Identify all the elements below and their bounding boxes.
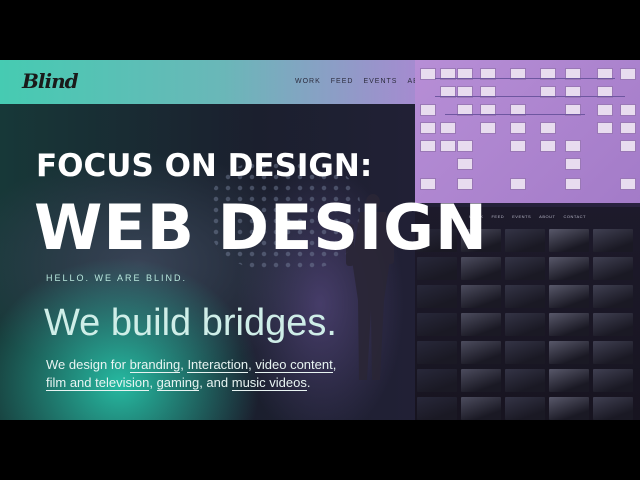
sitemap-card bbox=[420, 68, 436, 80]
grid-nav-contact[interactable]: CONTACT bbox=[563, 214, 586, 219]
sitemap-card bbox=[510, 122, 526, 134]
portfolio-thumbnail[interactable] bbox=[417, 313, 457, 336]
sitemap-card bbox=[620, 104, 636, 116]
desc-text: , bbox=[332, 357, 337, 372]
sitemap-card bbox=[480, 122, 496, 134]
letterbox-bottom bbox=[0, 420, 640, 480]
sitemap-card bbox=[565, 178, 581, 190]
portfolio-thumbnail[interactable] bbox=[505, 341, 545, 364]
sitemap-card bbox=[540, 122, 556, 134]
portfolio-thumbnail[interactable] bbox=[549, 229, 589, 252]
sitemap-card bbox=[620, 68, 636, 80]
portfolio-thumbnail[interactable] bbox=[549, 313, 589, 336]
portfolio-thumbnail[interactable] bbox=[593, 229, 633, 252]
thumbnail-screen: Blind WORK FEED EVENTS ABOUT HELLO. WE A… bbox=[0, 60, 640, 420]
portfolio-thumbnail[interactable] bbox=[461, 285, 501, 308]
hero-tagline: We build bridges. bbox=[44, 302, 337, 344]
portfolio-thumbnail[interactable] bbox=[593, 397, 633, 420]
sitemap-card bbox=[457, 158, 473, 170]
nav-work[interactable]: WORK bbox=[295, 78, 321, 85]
sitemap-card bbox=[440, 140, 456, 152]
portfolio-thumbnail[interactable] bbox=[505, 229, 545, 252]
portfolio-thumbnail[interactable] bbox=[417, 341, 457, 364]
sitemap-card bbox=[420, 104, 436, 116]
desc-text: . bbox=[306, 375, 311, 390]
sitemap-connector bbox=[435, 78, 615, 79]
grid-nav-events[interactable]: EVENTS bbox=[512, 214, 531, 219]
letterbox-top bbox=[0, 0, 640, 60]
sitemap-card bbox=[540, 140, 556, 152]
sitemap-card bbox=[440, 122, 456, 134]
sitemap-card bbox=[510, 178, 526, 190]
sitemap-card bbox=[620, 178, 636, 190]
sitemap-card bbox=[420, 140, 436, 152]
portfolio-thumbnail[interactable] bbox=[505, 313, 545, 336]
portfolio-thumbnail[interactable] bbox=[549, 257, 589, 280]
hero-description: We design for branding, Interaction, vid… bbox=[46, 356, 386, 392]
sitemap-card bbox=[620, 140, 636, 152]
sitemap-card bbox=[597, 122, 613, 134]
sitemap-card bbox=[565, 158, 581, 170]
portfolio-thumbnail[interactable] bbox=[461, 397, 501, 420]
nav-events[interactable]: EVENTS bbox=[363, 78, 397, 85]
sitemap-card bbox=[565, 140, 581, 152]
portfolio-thumbnail[interactable] bbox=[593, 341, 633, 364]
overlay-title-line2: WEB DESIGN bbox=[34, 191, 488, 264]
grid-nav-feed[interactable]: FEED bbox=[491, 214, 504, 219]
link-film-television[interactable]: film and television bbox=[46, 375, 150, 391]
sitemap-wireframe bbox=[415, 60, 640, 203]
link-interaction[interactable]: Interaction bbox=[187, 357, 249, 373]
portfolio-thumbnail[interactable] bbox=[549, 397, 589, 420]
desc-text: , bbox=[149, 375, 157, 390]
sitemap-card bbox=[420, 122, 436, 134]
portfolio-thumbnail[interactable] bbox=[505, 257, 545, 280]
sitemap-connector bbox=[435, 96, 625, 97]
portfolio-thumbnail[interactable] bbox=[505, 369, 545, 392]
link-music-videos[interactable]: music videos bbox=[231, 375, 307, 391]
portfolio-thumbnail[interactable] bbox=[461, 313, 501, 336]
portfolio-thumbnail[interactable] bbox=[417, 397, 457, 420]
sitemap-card bbox=[457, 140, 473, 152]
video-frame: Blind WORK FEED EVENTS ABOUT HELLO. WE A… bbox=[0, 0, 640, 480]
portfolio-thumbnail[interactable] bbox=[549, 285, 589, 308]
nav-feed[interactable]: FEED bbox=[331, 78, 354, 85]
desc-text: We design for bbox=[46, 357, 130, 372]
portfolio-thumbnail[interactable] bbox=[593, 313, 633, 336]
link-branding[interactable]: branding bbox=[129, 357, 181, 373]
sitemap-card bbox=[510, 140, 526, 152]
portfolio-thumbnail[interactable] bbox=[461, 369, 501, 392]
link-video-content[interactable]: video content bbox=[255, 357, 333, 373]
sitemap-card bbox=[597, 104, 613, 116]
portfolio-thumbnail[interactable] bbox=[593, 257, 633, 280]
sitemap-connector bbox=[445, 114, 585, 115]
sitemap-card bbox=[620, 122, 636, 134]
portfolio-thumbnail[interactable] bbox=[549, 369, 589, 392]
portfolio-thumbnail[interactable] bbox=[593, 285, 633, 308]
portfolio-thumbnail[interactable] bbox=[505, 397, 545, 420]
overlay-title-line1: FOCUS ON DESIGN: bbox=[36, 148, 373, 184]
portfolio-thumbnail[interactable] bbox=[417, 369, 457, 392]
grid-nav-about[interactable]: ABOUT bbox=[539, 214, 555, 219]
portfolio-thumbnail[interactable] bbox=[593, 369, 633, 392]
portfolio-thumbnail[interactable] bbox=[461, 341, 501, 364]
desc-text: , and bbox=[199, 375, 232, 390]
portfolio-thumbnail[interactable] bbox=[549, 341, 589, 364]
portfolio-thumbnail[interactable] bbox=[417, 285, 457, 308]
portfolio-thumbnail[interactable] bbox=[505, 285, 545, 308]
hello-text: HELLO. WE ARE BLIND. bbox=[46, 273, 188, 283]
link-gaming[interactable]: gaming bbox=[156, 375, 200, 391]
blind-logo[interactable]: Blind bbox=[22, 69, 79, 93]
